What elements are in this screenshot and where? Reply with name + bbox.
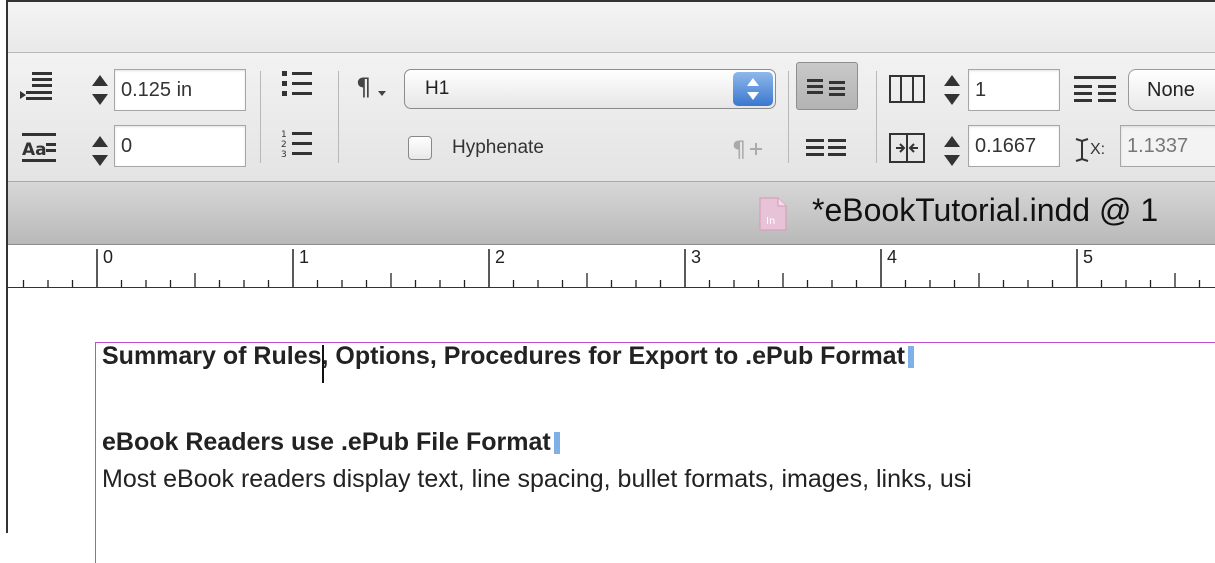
clear-overrides-icon[interactable]: ¶ [732, 135, 768, 168]
gutter-stepper[interactable] [940, 133, 964, 169]
space-before-input[interactable]: 0.125 in [114, 69, 246, 111]
columns-icon [888, 73, 928, 110]
space-before-stepper[interactable] [88, 72, 112, 108]
x-offset-input[interactable]: 1.1337 [1120, 125, 1215, 167]
document-page[interactable]: Summary of Rules, Options, Procedures fo… [8, 288, 1215, 563]
text-cursor [322, 345, 324, 383]
text-cursor-icon [1072, 135, 1092, 170]
drop-cap-icon: Aa [20, 131, 60, 172]
indesign-document-icon: In [756, 196, 790, 232]
columns-stepper[interactable] [940, 72, 964, 108]
drop-cap-lines-input[interactable]: 0 [114, 125, 246, 167]
span-columns-dropdown[interactable]: None [1128, 69, 1215, 111]
separator [260, 71, 261, 163]
dropdown-arrows-icon [733, 72, 773, 106]
document-subheading[interactable]: eBook Readers use .ePub File Format [102, 428, 560, 457]
numbered-list-icon[interactable]: 1 2 3 [280, 127, 314, 168]
application-bar [8, 2, 1215, 53]
app-window: 0.125 in Aa 0 1 2 3 ¶ H1 Hyphenate ¶ 1 0… [6, 0, 1215, 563]
subheading-text: eBook Readers use .ePub File Format [102, 428, 551, 456]
do-not-align-to-grid-button[interactable] [796, 62, 858, 110]
heading-text: Summary of Rules, Options, Procedures fo… [102, 342, 905, 370]
document-tab-title[interactable]: *eBookTutorial.indd @ 1 [812, 192, 1158, 229]
paragraph-control-panel: 0.125 in Aa 0 1 2 3 ¶ H1 Hyphenate ¶ 1 0… [8, 53, 1215, 182]
paragraph-end-marker-icon [907, 346, 914, 368]
svg-text:1: 1 [281, 130, 287, 140]
ruler-label: 2 [495, 247, 506, 267]
svg-text:Aa: Aa [22, 140, 47, 160]
ruler-label: 0 [103, 247, 114, 267]
svg-text:¶: ¶ [732, 138, 746, 163]
paragraph-style-icon[interactable]: ¶ [356, 73, 396, 108]
document-tab-bar: In *eBookTutorial.indd @ 1 [8, 182, 1215, 245]
hyphenate-label: Hyphenate [452, 137, 544, 158]
svg-text:¶: ¶ [356, 73, 371, 101]
svg-text:3: 3 [281, 150, 287, 160]
horizontal-ruler[interactable]: 0 1 2 3 4 5 [8, 245, 1215, 288]
svg-text:2: 2 [281, 140, 287, 150]
ruler-label: 4 [887, 247, 898, 267]
gutter-icon [888, 131, 928, 170]
ruler-label: 1 [299, 247, 310, 267]
paragraph-style-dropdown[interactable]: H1 [404, 69, 776, 109]
paragraph-style-value: H1 [425, 78, 450, 99]
columns-input[interactable]: 1 [968, 69, 1060, 111]
separator [338, 71, 339, 163]
ruler-label: 3 [691, 247, 702, 267]
ruler-ticks [22, 249, 1201, 287]
separator [876, 71, 877, 163]
svg-text:In: In [766, 216, 775, 227]
gutter-input[interactable]: 0.1667 [968, 125, 1060, 167]
ruler-label: 5 [1083, 247, 1094, 267]
bulleted-list-icon[interactable] [280, 67, 314, 108]
paragraph-end-marker-icon [553, 432, 560, 454]
hyphenate-checkbox[interactable] [408, 136, 432, 160]
separator [788, 71, 789, 163]
align-to-baseline-grid-icon[interactable] [804, 131, 854, 172]
space-before-icon [18, 69, 58, 110]
document-body-text[interactable]: Most eBook readers display text, line sp… [102, 465, 972, 494]
span-columns-icon [1072, 73, 1120, 110]
x-label: X: [1090, 141, 1106, 158]
drop-cap-stepper[interactable] [88, 133, 112, 169]
document-heading[interactable]: Summary of Rules, Options, Procedures fo… [102, 342, 914, 371]
